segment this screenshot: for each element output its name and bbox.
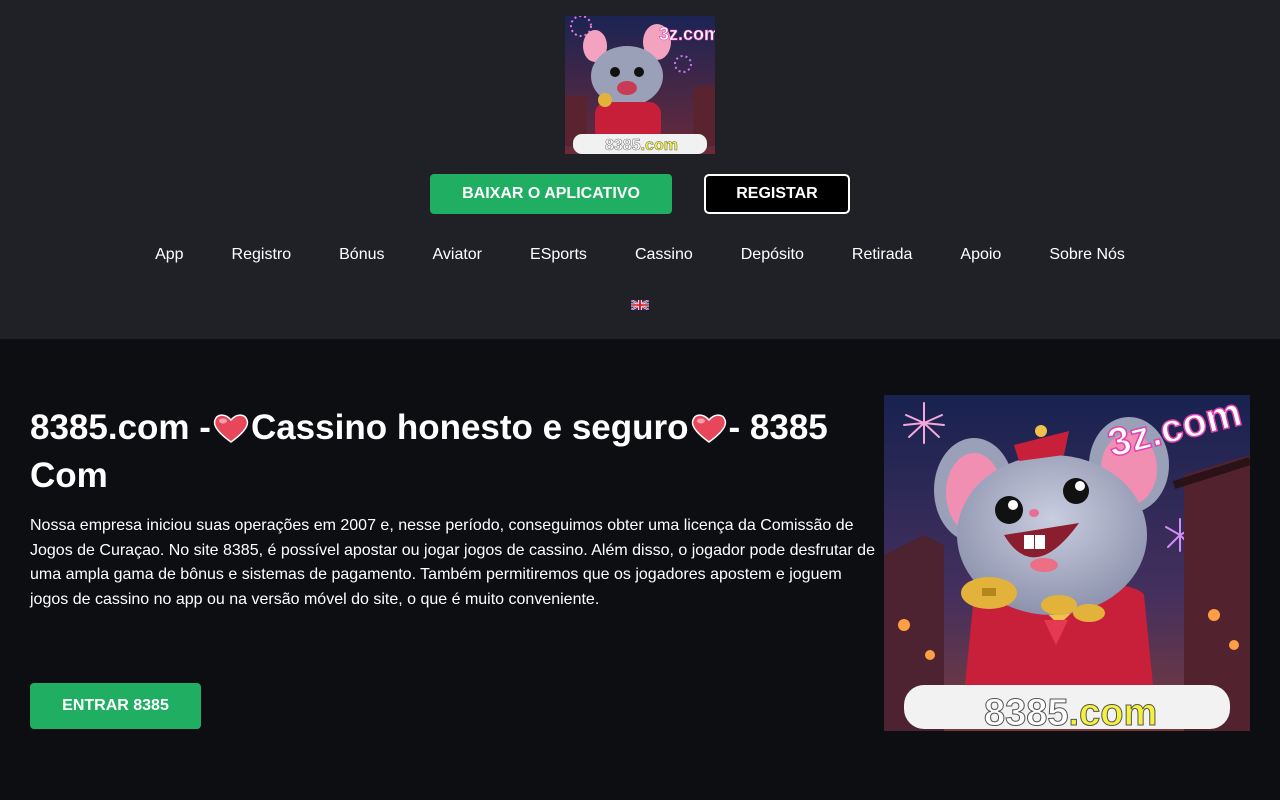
site-logo[interactable]: 3z.com 8385.com (565, 16, 715, 154)
svg-text:8385.com: 8385.com (605, 137, 678, 154)
uk-flag-icon (630, 299, 650, 311)
hero-image: 3z.com 8385.com (884, 395, 1250, 731)
nav-item-registro[interactable]: Registro (232, 244, 292, 266)
nav-item-sobre-nos[interactable]: Sobre Nós (1049, 244, 1125, 266)
main-nav: App Registro Bónus Aviator ESports Cassi… (0, 244, 1280, 266)
svg-text:8385.com: 8385.com (984, 692, 1157, 731)
nav-item-esports[interactable]: ESports (530, 244, 587, 266)
heart-icon (691, 414, 726, 443)
nav-item-app[interactable]: App (155, 244, 183, 266)
register-button[interactable]: REGISTAR (704, 174, 850, 214)
mascot-logo-icon: 3z.com 8385.com (565, 16, 715, 154)
title-tagline: Cassino honesto e seguro (250, 408, 689, 447)
download-app-button[interactable]: BAIXAR O APLICATIVO (430, 174, 672, 214)
nav-item-deposito[interactable]: Depósito (741, 244, 804, 266)
mascot-hero-icon: 3z.com 8385.com (884, 395, 1250, 731)
svg-text:3z.com: 3z.com (659, 24, 715, 44)
title-site-name: 8385.com - (30, 408, 211, 447)
nav-item-bonus[interactable]: Bónus (339, 244, 384, 266)
heart-icon (213, 414, 249, 443)
nav-item-aviator[interactable]: Aviator (433, 244, 483, 266)
page-title: 8385.com - Cassino honesto e seguro - 8385… (30, 404, 870, 500)
site-header: 3z.com 8385.com BAIXAR O APLICATIVO REGI… (0, 0, 1280, 339)
nav-item-cassino[interactable]: Cassino (635, 244, 693, 266)
intro-paragraph: Nossa empresa iniciou suas operações em … (30, 517, 875, 608)
enter-button[interactable]: ENTRAR 8385 (30, 683, 201, 729)
language-switcher[interactable] (630, 297, 650, 311)
nav-item-apoio[interactable]: Apoio (960, 244, 1001, 266)
nav-item-retirada[interactable]: Retirada (852, 244, 912, 266)
